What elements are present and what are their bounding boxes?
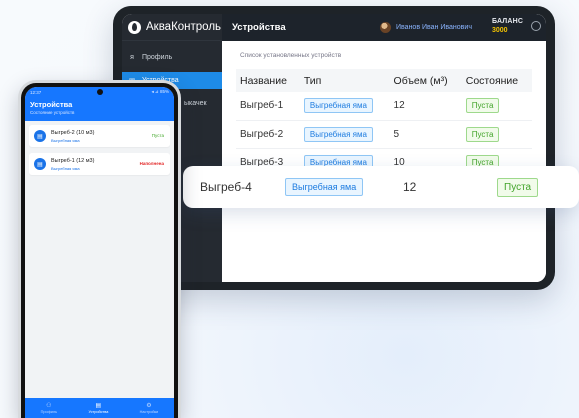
avatar <box>380 22 391 33</box>
table-row[interactable]: Выгреб-1 Выгребная яма 12 Пуста <box>236 92 532 121</box>
cell-volume: 5 <box>389 120 462 149</box>
status-badge: Пуста <box>465 126 500 142</box>
tablet-screen: АкваКонтроль ᴙ Профиль ▣ Устройства ыкач… <box>122 14 546 282</box>
camera-icon <box>96 89 103 95</box>
cell-name: Выгреб-4 <box>200 180 252 194</box>
devices-content: Список установленных устройств Название … <box>222 41 546 282</box>
phone-status-bar: 12:37 ◂ ⊿ 85% <box>25 87 174 97</box>
device-name: Выгреб-1 (12 м3) <box>51 158 95 164</box>
tab-label: Профиль <box>40 409 58 414</box>
table-row[interactable]: Выгреб-2 Выгребная яма 5 Пуста <box>236 120 532 149</box>
list-item[interactable]: ▤ Выгреб-1 (12 м3) Выгребная яма Наполне… <box>29 153 170 175</box>
status-indicators: ◂ ⊿ 85% <box>151 89 169 94</box>
tab-profile[interactable]: ⚇ Профиль <box>41 403 57 414</box>
tab-label: Устройства <box>88 409 109 414</box>
device-type: Выгребная яма <box>51 166 80 171</box>
balance-label: БАЛАНС <box>492 18 524 25</box>
column-header-volume[interactable]: Объем (м³) <box>389 69 462 92</box>
column-header-name[interactable]: Название <box>236 69 300 92</box>
drop-logo-icon <box>128 20 141 34</box>
type-tag: Выгребная яма <box>303 126 373 142</box>
gear-icon: ⚙ <box>146 402 152 409</box>
phone-screen: 12:37 ◂ ⊿ 85% Устройства Состояние устро… <box>25 87 174 418</box>
phone-bezel: 12:37 ◂ ⊿ 85% Устройства Состояние устро… <box>21 83 178 418</box>
type-tag: Выгребная яма <box>303 98 373 114</box>
top-header: Устройства Иванов Иван Иванович БАЛАНС 3… <box>222 14 546 41</box>
sidebar-item-profile[interactable]: ᴙ Профиль <box>122 49 222 66</box>
phone-header: Устройства Состояние устройств <box>25 97 174 121</box>
user-menu[interactable]: Иванов Иван Иванович <box>380 22 472 33</box>
sidebar-item-label: ыкачек <box>184 100 207 107</box>
scene: АкваКонтроль ᴙ Профиль ▣ Устройства ыкач… <box>0 0 579 418</box>
column-header-type[interactable]: Тип <box>299 69 390 92</box>
tab-label: Настройки <box>139 409 159 414</box>
status-badge: Пуста <box>465 98 500 114</box>
cell-volume: 12 <box>389 92 462 121</box>
status-badge: Пуста <box>151 133 164 138</box>
type-tag: Выгребная яма <box>285 178 364 196</box>
devices-subtitle: Список установленных устройств <box>240 52 342 59</box>
main-area: Устройства Иванов Иван Иванович БАЛАНС 3… <box>222 14 546 282</box>
table-header-row: Название Тип Объем (м³) Состояние <box>236 69 532 92</box>
status-badge: Пуста <box>497 177 539 197</box>
device-icon: ▤ <box>95 402 102 409</box>
user-icon: ᴙ <box>130 54 134 61</box>
user-name: Иванов Иван Иванович <box>396 24 472 31</box>
phone-device: 12:37 ◂ ⊿ 85% Устройства Состояние устро… <box>18 80 181 418</box>
person-icon: ⚇ <box>46 402 52 409</box>
cell-name: Выгреб-1 <box>236 92 300 121</box>
phone-title: Устройства <box>30 100 73 109</box>
settings-icon[interactable] <box>531 21 541 31</box>
status-time: 12:37 <box>30 89 42 95</box>
status-badge: Наполнена <box>139 161 164 166</box>
device-type: Выгребная яма <box>51 138 80 143</box>
device-icon: ▤ <box>34 158 46 170</box>
tab-devices[interactable]: ▤ Устройства <box>88 403 108 414</box>
list-item[interactable]: ▤ Выгреб-2 (10 м3) Выгребная яма Пуста <box>29 125 170 147</box>
cell-name: Выгреб-2 <box>236 120 300 149</box>
balance: БАЛАНС 3000 <box>492 17 523 35</box>
device-name: Выгреб-2 (10 м3) <box>51 130 95 136</box>
tab-settings[interactable]: ⚙ Настройки <box>140 403 159 414</box>
phone-subtitle: Состояние устройств <box>30 110 75 115</box>
device-icon: ▤ <box>34 130 46 142</box>
cell-volume: 12 <box>403 180 417 194</box>
column-header-status[interactable]: Состояние <box>461 69 532 92</box>
app-name: АкваКонтроль <box>146 21 222 33</box>
highlighted-table-row[interactable]: Выгреб-4 Выгребная яма 12 Пуста <box>183 166 579 208</box>
device-list: ▤ Выгреб-2 (10 м3) Выгребная яма Пуста ▤… <box>25 121 174 175</box>
devices-table: Название Тип Объем (м³) Состояние Выгреб… <box>236 69 532 177</box>
balance-value: 3000 <box>492 27 508 34</box>
sidebar-item-label: Профиль <box>142 54 173 61</box>
page-title: Устройства <box>232 22 286 33</box>
app-logo[interactable]: АкваКонтроль <box>122 14 222 41</box>
bottom-nav: ⚇ Профиль ▤ Устройства ⚙ Настройки <box>25 398 174 418</box>
